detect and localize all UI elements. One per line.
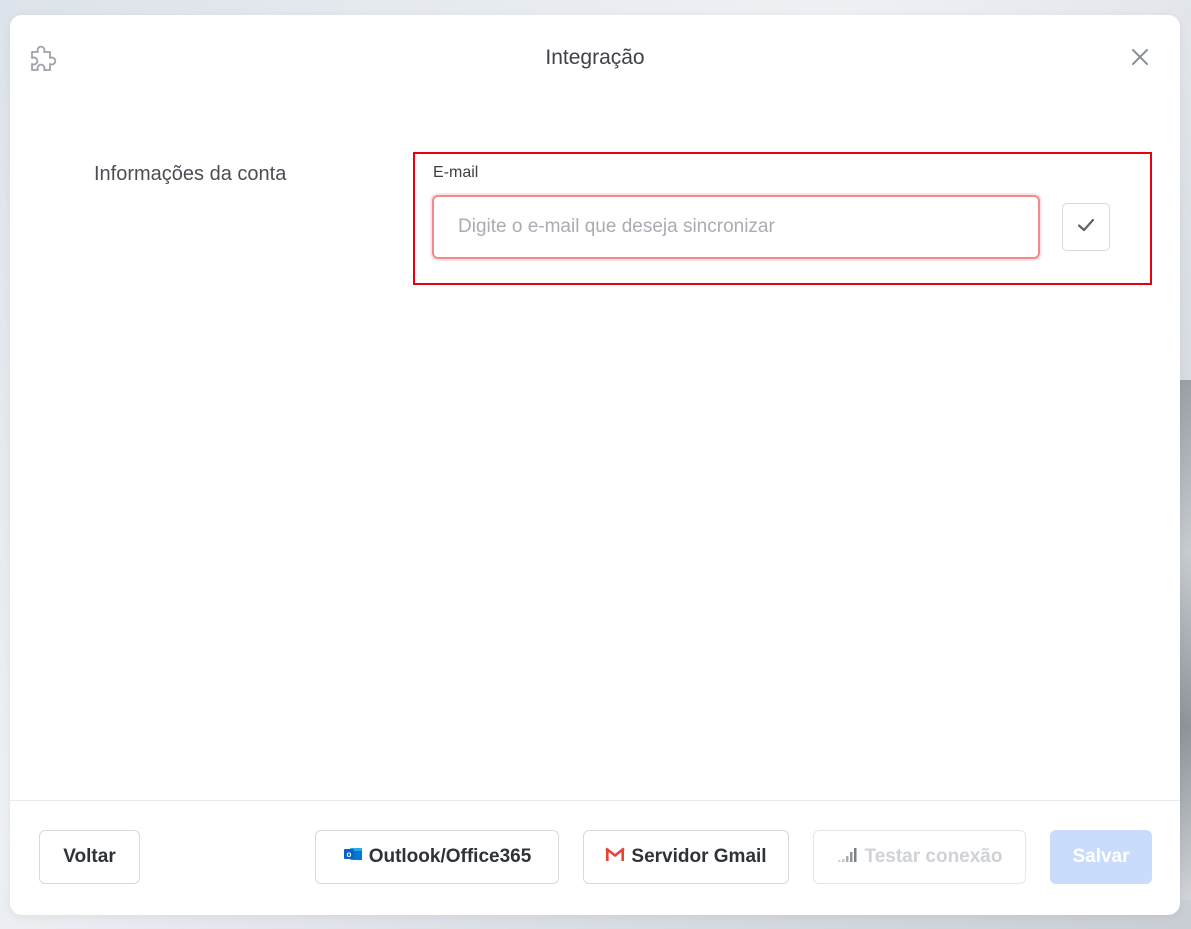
dialog-title: Integração xyxy=(545,46,645,69)
test-connection-label: Testar conexão xyxy=(864,846,1003,867)
integration-dialog: Integração Informações da conta E-mail V… xyxy=(10,15,1180,915)
dialog-header: Integração xyxy=(10,15,1180,105)
back-button-label: Voltar xyxy=(63,846,116,867)
footer-divider xyxy=(10,800,1180,801)
save-button-label: Salvar xyxy=(1072,846,1130,867)
check-icon xyxy=(1075,214,1097,241)
background-strip xyxy=(1179,380,1191,900)
save-button[interactable]: Salvar xyxy=(1050,830,1152,884)
test-connection-button[interactable]: Testar conexão xyxy=(813,830,1026,884)
gmail-button[interactable]: Servidor Gmail xyxy=(583,830,789,884)
back-button[interactable]: Voltar xyxy=(39,830,140,884)
outlook-button-label: Outlook/Office365 xyxy=(368,846,532,867)
gmail-icon xyxy=(605,846,626,868)
email-field-label: E-mail xyxy=(433,164,479,181)
svg-text:o: o xyxy=(346,850,351,859)
gmail-button-label: Servidor Gmail xyxy=(631,846,767,867)
close-icon[interactable] xyxy=(1130,47,1150,67)
email-input[interactable] xyxy=(432,195,1040,259)
account-info-label: Informações da conta xyxy=(94,163,287,185)
signal-bars-icon xyxy=(837,845,859,869)
confirm-email-button[interactable] xyxy=(1062,203,1110,251)
outlook-button[interactable]: o Outlook/Office365 xyxy=(315,830,559,884)
outlook-icon: o xyxy=(343,845,363,869)
